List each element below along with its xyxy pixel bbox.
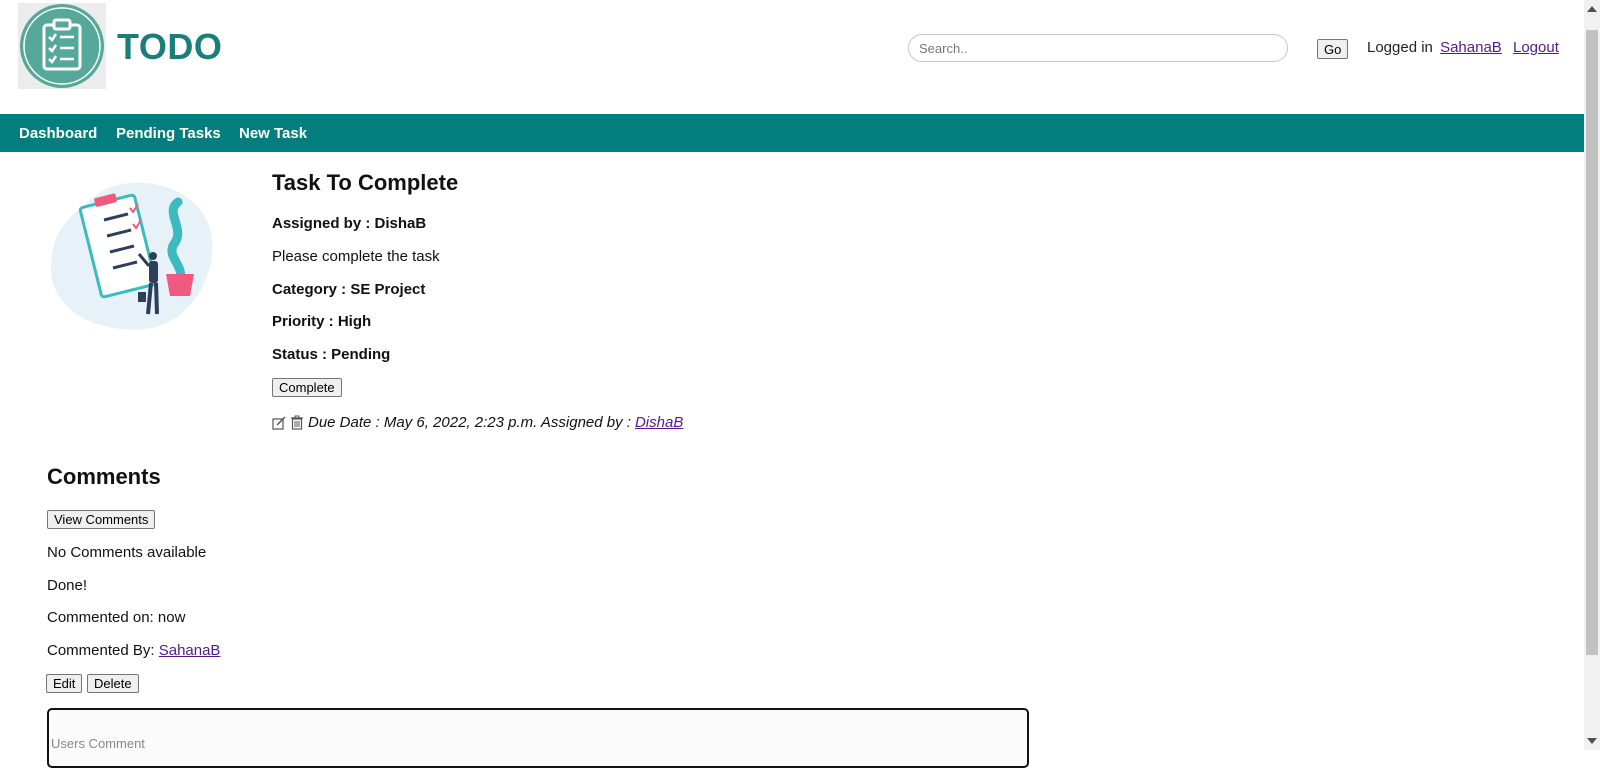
comment-text: Done! [47, 577, 88, 594]
comment-input[interactable] [47, 708, 1029, 768]
scroll-up-arrow-icon[interactable] [1587, 6, 1597, 12]
view-comments-button[interactable]: View Comments [47, 510, 156, 529]
comments-heading: Comments [47, 464, 161, 489]
assigned-by-link[interactable]: DishaB [635, 414, 683, 431]
main-nav: Dashboard Pending Tasks New Task [0, 114, 1584, 152]
username-link[interactable]: SahanaB [1440, 39, 1502, 56]
app-title: TODO [117, 26, 223, 67]
nav-dashboard[interactable]: Dashboard [19, 125, 97, 142]
nav-pending-tasks[interactable]: Pending Tasks [116, 125, 221, 142]
logout-link[interactable]: Logout [1513, 39, 1559, 56]
commented-on-text: Commented on: now [47, 609, 186, 626]
page-scrollbar[interactable] [1584, 0, 1600, 750]
no-comments-text: No Comments available [47, 544, 207, 561]
logged-in-label: Logged in [1367, 39, 1433, 56]
commented-by: Commented By: SahanaB [47, 642, 220, 659]
go-button[interactable]: Go [1317, 39, 1349, 59]
scrollbar-thumb[interactable] [1586, 30, 1598, 655]
task-description: Please complete the task [272, 248, 440, 265]
task-title: Task To Complete [272, 170, 459, 195]
task-assigned-by: Assigned by : DishaB [272, 215, 427, 232]
complete-button[interactable]: Complete [272, 378, 342, 397]
task-status: Status : Pending [272, 346, 391, 363]
edit-comment-button[interactable]: Edit [46, 674, 83, 693]
scroll-down-arrow-icon[interactable] [1587, 738, 1597, 744]
task-due-line: Due Date : May 6, 2022, 2:23 p.m. Assign… [272, 414, 683, 431]
trash-icon[interactable] [290, 415, 304, 430]
due-date-text: Due Date : May 6, 2022, 2:23 p.m. Assign… [308, 414, 631, 431]
commented-by-label: Commented By: [47, 642, 155, 659]
task-illustration [51, 182, 213, 330]
search-input[interactable] [908, 34, 1288, 62]
task-category: Category : SE Project [272, 281, 426, 298]
login-status: Logged in SahanaB Logout [1367, 39, 1559, 56]
delete-comment-button[interactable]: Delete [87, 674, 139, 693]
logo [18, 3, 106, 89]
nav-new-task[interactable]: New Task [239, 125, 307, 142]
clipboard-checklist-icon [20, 4, 104, 88]
task-priority: Priority : High [272, 313, 372, 330]
edit-icon[interactable] [272, 415, 286, 430]
commented-by-user-link[interactable]: SahanaB [159, 642, 221, 659]
